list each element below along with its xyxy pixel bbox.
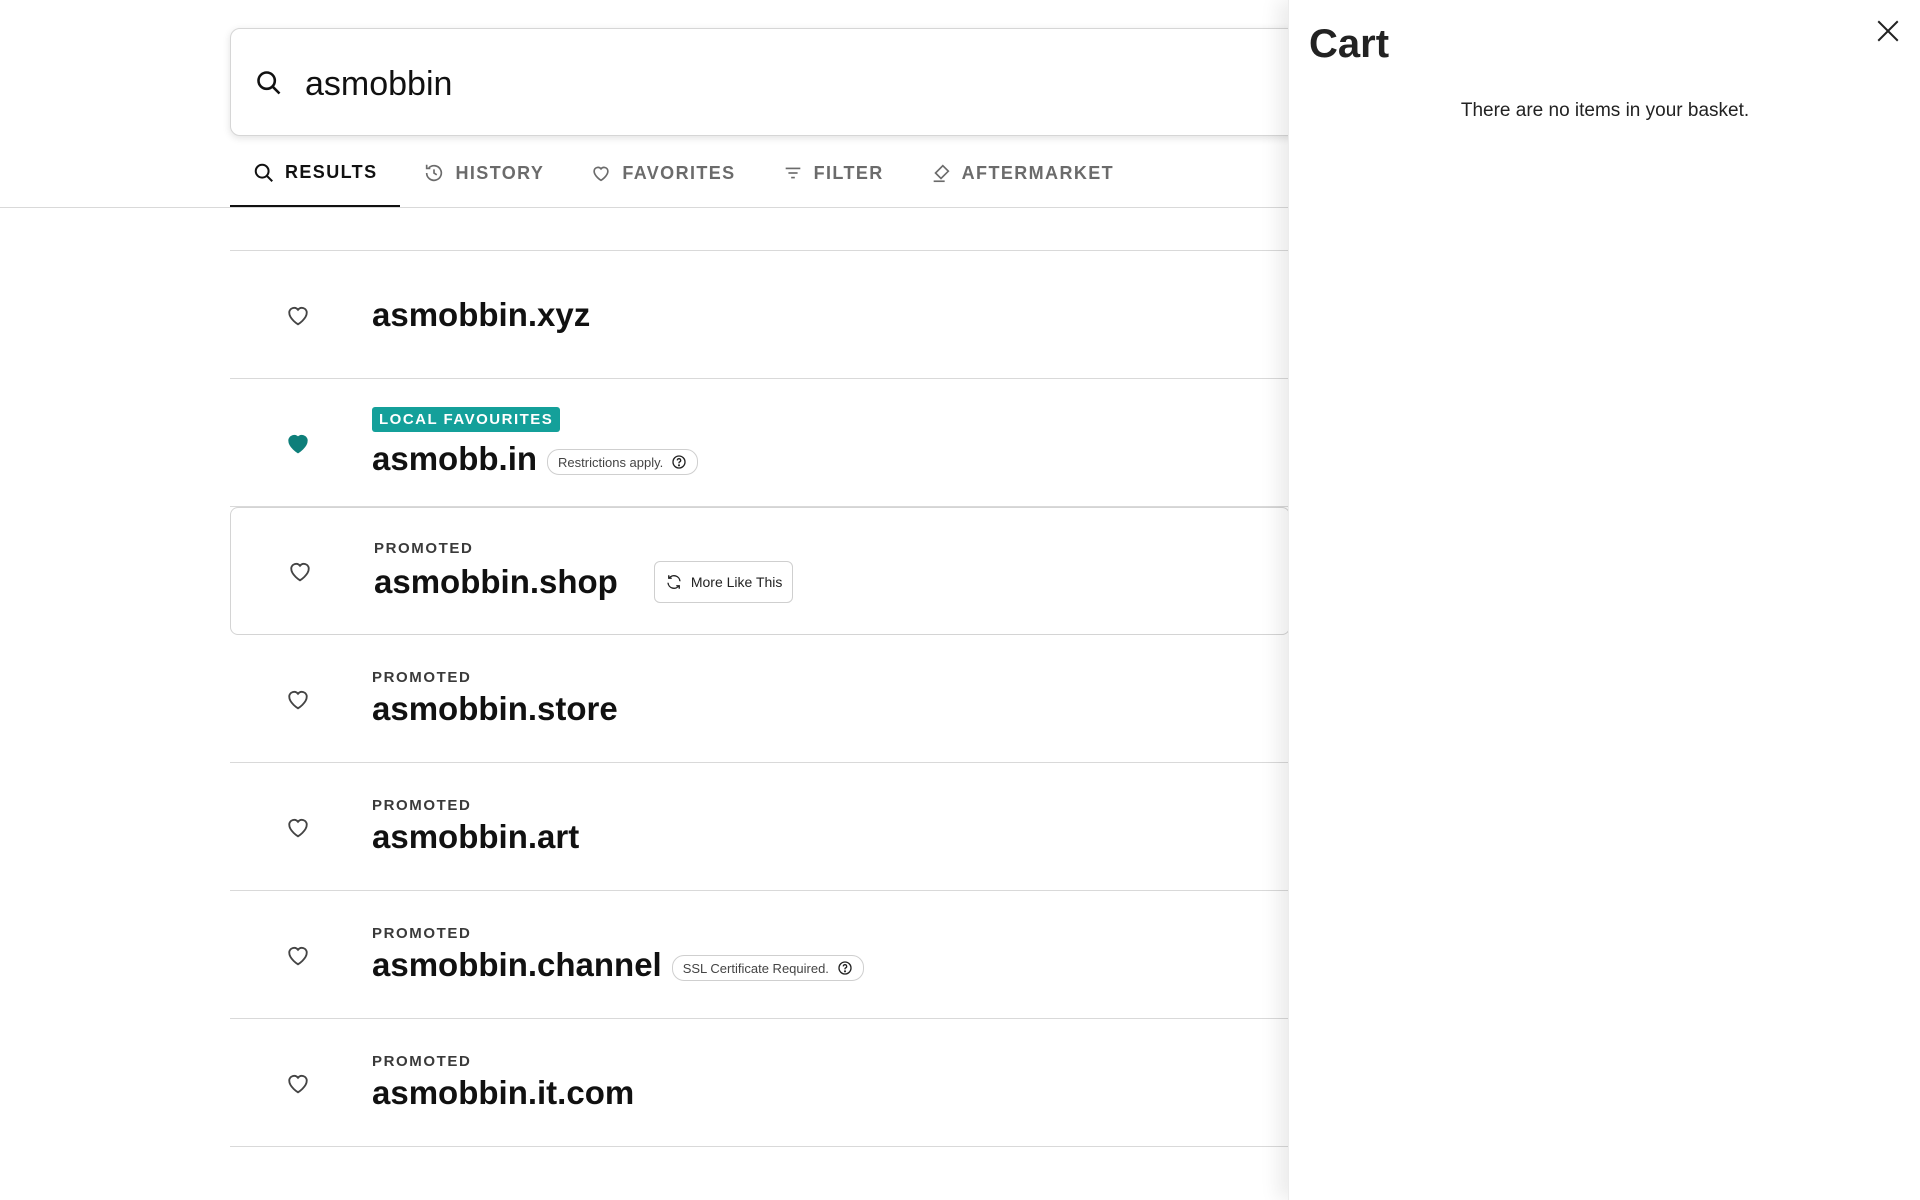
- result-row[interactable]: PROMOTED asmobbin.shop More Like This: [230, 507, 1290, 635]
- local-favourites-badge: LOCAL FAVOURITES: [372, 407, 561, 432]
- result-row[interactable]: asmobbin.xyz: [230, 251, 1290, 379]
- result-row[interactable]: PROMOTED asmobbin.store: [230, 635, 1290, 763]
- heart-outline-icon[interactable]: [284, 941, 312, 969]
- refresh-icon: [667, 574, 681, 589]
- domain-name[interactable]: asmobbin.xyz: [372, 296, 590, 334]
- heart-outline-icon: [593, 166, 610, 182]
- search-icon: [257, 71, 281, 95]
- ssl-required-pill[interactable]: SSL Certificate Required.: [671, 955, 864, 981]
- result-row[interactable]: PROMOTED asmobbin.art: [230, 763, 1290, 891]
- promoted-label: PROMOTED: [372, 669, 472, 686]
- promoted-label: PROMOTED: [372, 925, 472, 942]
- tab-label: AFTERMARKET: [961, 162, 1115, 183]
- promoted-label: PROMOTED: [372, 1053, 472, 1070]
- tab-aftermarket[interactable]: AFTERMARKET: [907, 140, 1137, 206]
- result-content: PROMOTED asmobbin.store: [372, 635, 618, 762]
- tab-label: RESULTS: [285, 162, 378, 182]
- heart-outline-icon[interactable]: [284, 1069, 312, 1097]
- tab-label: HISTORY: [455, 162, 545, 183]
- tabs-divider: [0, 207, 1290, 208]
- result-content: PROMOTED asmobbin.it.com: [372, 1019, 634, 1146]
- domain-name[interactable]: asmobbin.it.com: [372, 1074, 634, 1112]
- result-content: PROMOTED asmobbin.art: [372, 763, 579, 890]
- button-label: More Like This: [690, 573, 783, 590]
- heart-filled-icon[interactable]: [284, 429, 312, 457]
- cart-empty-message: There are no items in your basket.: [1460, 100, 1750, 121]
- restrictions-pill[interactable]: Restrictions apply.: [547, 449, 699, 475]
- result-content: LOCAL FAVOURITES asmobb.in Restrictions …: [372, 379, 699, 506]
- result-row[interactable]: LOCAL FAVOURITES asmobb.in Restrictions …: [230, 379, 1290, 507]
- domain-name[interactable]: asmobbin.art: [372, 818, 579, 856]
- tab-history[interactable]: HISTORY: [400, 140, 567, 206]
- tab-label: FILTER: [813, 162, 884, 183]
- domain-name[interactable]: asmobbin.channel: [372, 946, 662, 984]
- heart-outline-icon[interactable]: [284, 813, 312, 841]
- domain-name[interactable]: asmobbin.shop: [374, 563, 618, 601]
- history-icon: [426, 164, 443, 182]
- search-icon: [254, 163, 273, 182]
- result-row[interactable]: PROMOTED asmobbin.channel SSL Certificat…: [230, 891, 1290, 1019]
- result-content: PROMOTED asmobbin.shop More Like This: [374, 508, 794, 634]
- domain-name[interactable]: asmobb.in: [372, 440, 537, 478]
- help-icon: [838, 961, 852, 975]
- pill-label: Restrictions apply.: [558, 454, 664, 470]
- tab-results[interactable]: RESULTS: [230, 140, 401, 208]
- gavel-icon: [933, 164, 950, 183]
- heart-outline-icon[interactable]: [284, 685, 312, 713]
- search-input[interactable]: [303, 55, 1407, 113]
- results-list: asmobbin.xyz LOCAL FAVOURITES asmobb.in …: [230, 250, 1290, 1147]
- more-like-this-button[interactable]: More Like This: [653, 560, 794, 603]
- close-icon[interactable]: [1875, 18, 1901, 44]
- tab-label: FAVORITES: [622, 162, 736, 183]
- tab-favorites[interactable]: FAVORITES: [567, 140, 758, 206]
- cart-drawer: Cart There are no items in your basket.: [1288, 0, 1920, 1200]
- filter-icon: [785, 167, 800, 179]
- result-row[interactable]: PROMOTED asmobbin.it.com: [230, 1019, 1290, 1147]
- cart-title: Cart: [1309, 22, 1390, 66]
- tab-filter[interactable]: FILTER: [759, 140, 907, 206]
- heart-outline-icon[interactable]: [284, 301, 312, 329]
- promoted-label: PROMOTED: [374, 539, 474, 557]
- tab-bar: RESULTS HISTORY FAVORITES FILTER AFTERMA…: [230, 140, 1137, 208]
- pill-label: SSL Certificate Required.: [682, 960, 829, 976]
- promoted-label: PROMOTED: [372, 797, 472, 814]
- heart-outline-icon[interactable]: [286, 557, 314, 585]
- result-content: asmobbin.xyz: [372, 251, 590, 378]
- help-icon: [672, 455, 686, 469]
- result-content: PROMOTED asmobbin.channel SSL Certificat…: [372, 891, 864, 1018]
- domain-name[interactable]: asmobbin.store: [372, 690, 618, 728]
